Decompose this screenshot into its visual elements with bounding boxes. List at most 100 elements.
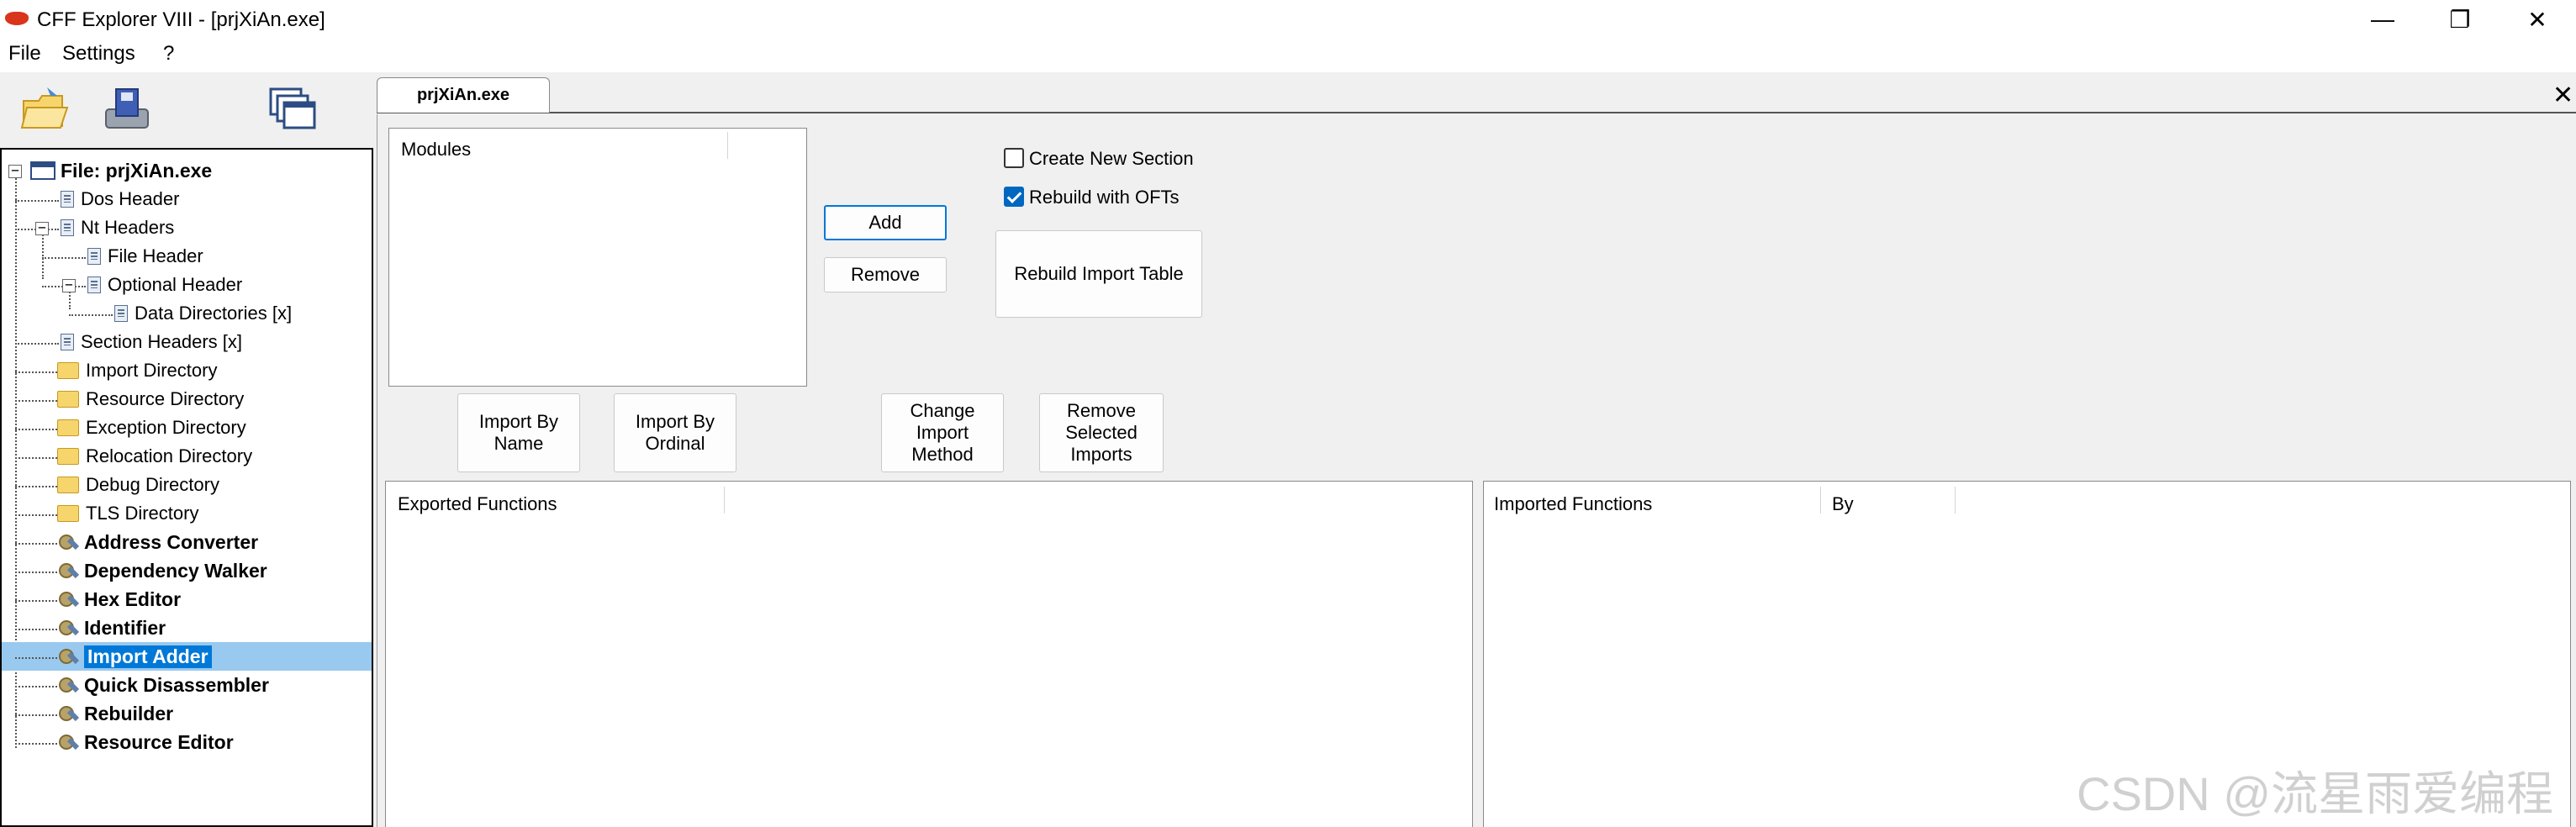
button-line: Remove [1067,400,1136,421]
minimize-button[interactable]: — [2344,0,2421,39]
close-button[interactable]: ✕ [2499,0,2576,39]
folder-icon [57,505,79,522]
close-tab-icon[interactable]: ✕ [2552,81,2573,110]
tree-root[interactable]: File: prjXiAn.exe [30,156,212,185]
tree-item-import-directory[interactable]: Import Directory [57,356,217,385]
folder-icon [57,448,79,465]
tree-item-exception-directory[interactable]: Exception Directory [57,414,246,442]
tree-item-label: Identifier [84,616,166,639]
menu-help[interactable]: ? [163,42,174,66]
tree-item-debug-directory[interactable]: Debug Directory [57,471,219,499]
button-line: Ordinal [645,433,705,454]
tree-item-label: File Header [108,245,203,266]
document-icon [61,191,74,208]
create-new-section-label[interactable]: Create New Section [1029,148,1194,170]
tree-item-address-converter[interactable]: Address Converter [57,528,258,556]
tree-item-file-header[interactable]: File Header [87,242,203,271]
folder-icon [57,477,79,493]
tree-item-rebuilder[interactable]: Rebuilder [57,699,173,728]
by-column-header[interactable]: By [1832,493,1854,515]
import-by-ordinal-button[interactable]: Import By Ordinal [614,393,736,472]
tree-item-label: Resource Directory [86,388,245,409]
tree-item-import-adder[interactable]: Import Adder [57,642,212,671]
tree-connector [15,657,57,659]
tab-prjxian[interactable]: prjXiAn.exe [377,77,550,113]
tree-connector [15,600,57,602]
collapse-icon[interactable]: − [35,221,49,235]
document-icon [87,277,101,293]
tree-root-label: File: prjXiAn.exe [61,159,213,182]
tree-item-nt-headers[interactable]: Nt Headers [61,213,174,242]
modules-column-header[interactable]: Modules [401,139,471,161]
button-line: Import By [478,411,559,432]
rebuild-import-table-button[interactable]: Rebuild Import Table [995,230,1202,318]
tool-icon [57,588,79,610]
modules-list[interactable]: Modules [388,128,807,387]
column-separator[interactable] [724,487,725,514]
tree-connector [69,314,113,316]
tree-item-resource-directory[interactable]: Resource Directory [57,385,244,414]
button-line: Import [916,422,969,443]
tree-item-label: Dependency Walker [84,559,267,582]
tree-item-label: Resource Editor [84,730,234,753]
windows-icon[interactable] [266,84,319,136]
tool-icon [57,645,79,667]
tree-item-hex-editor[interactable]: Hex Editor [57,585,181,614]
tree-item-label: Optional Header [108,274,243,295]
save-file-icon[interactable] [99,84,153,136]
add-button[interactable]: Add [824,205,947,240]
tree-item-label: Section Headers [x] [81,331,242,352]
tree-item-label: Data Directories [x] [135,303,293,324]
folder-icon [57,419,79,436]
title-bar[interactable] [0,0,2576,39]
remove-button[interactable]: Remove [824,257,947,292]
tree-item-label: Nt Headers [81,217,175,238]
menu-file[interactable]: File [8,42,41,66]
tree-item-optional-header[interactable]: Optional Header [87,271,242,299]
tree-item-label: Address Converter [84,530,259,553]
tool-icon [57,617,79,639]
collapse-icon[interactable]: − [62,278,76,292]
tree-item-tls-directory[interactable]: TLS Directory [57,499,198,528]
tree-item-label: Relocation Directory [86,445,253,466]
tree-connector [15,514,57,516]
tree-item-quick-disassembler[interactable]: Quick Disassembler [57,671,269,699]
import-by-name-button[interactable]: Import By Name [457,393,580,472]
button-line: Name [494,433,544,454]
tree-item-label: Rebuilder [84,702,174,724]
tool-icon [57,560,79,582]
button-line: Selected [1065,422,1138,443]
tree-connector [15,457,57,459]
imported-functions-column-header[interactable]: Imported Functions [1494,493,1652,515]
tree-item-identifier[interactable]: Identifier [57,614,166,642]
remove-selected-imports-button[interactable]: Remove Selected Imports [1039,393,1164,472]
tree-item-relocation-directory[interactable]: Relocation Directory [57,442,252,471]
column-separator[interactable] [1955,487,1956,514]
rebuild-with-ofts-checkbox[interactable] [1004,187,1024,207]
column-separator[interactable] [727,132,728,159]
document-icon [87,248,101,265]
exported-functions-list[interactable]: Exported Functions [385,481,1473,827]
tree-connector [42,229,44,279]
change-import-method-button[interactable]: Change Import Method [881,393,1004,472]
document-icon [61,219,74,236]
tree-item-resource-editor[interactable]: Resource Editor [57,728,234,756]
menu-bar [0,39,2576,72]
tree-item-data-directories[interactable]: Data Directories [x] [114,299,292,328]
tool-icon [57,731,79,753]
tree-connector [15,743,57,745]
create-new-section-checkbox[interactable] [1004,148,1024,168]
tree-item-section-headers[interactable]: Section Headers [x] [61,328,242,356]
rebuild-with-ofts-label[interactable]: Rebuild with OFTs [1029,187,1180,208]
tree-item-dos-header[interactable]: Dos Header [61,185,179,213]
menu-settings[interactable]: Settings [62,42,135,66]
tree-panel[interactable]: − File: prjXiAn.exe Dos Header − Nt Head… [0,148,373,827]
maximize-button[interactable]: ❐ [2421,0,2499,39]
tree-connector [15,629,57,630]
collapse-icon[interactable]: − [8,164,22,178]
tree-item-dependency-walker[interactable]: Dependency Walker [57,556,267,585]
tool-icon [57,674,79,696]
open-file-icon[interactable] [18,84,72,136]
column-separator[interactable] [1820,487,1821,514]
exported-functions-column-header[interactable]: Exported Functions [398,493,557,515]
